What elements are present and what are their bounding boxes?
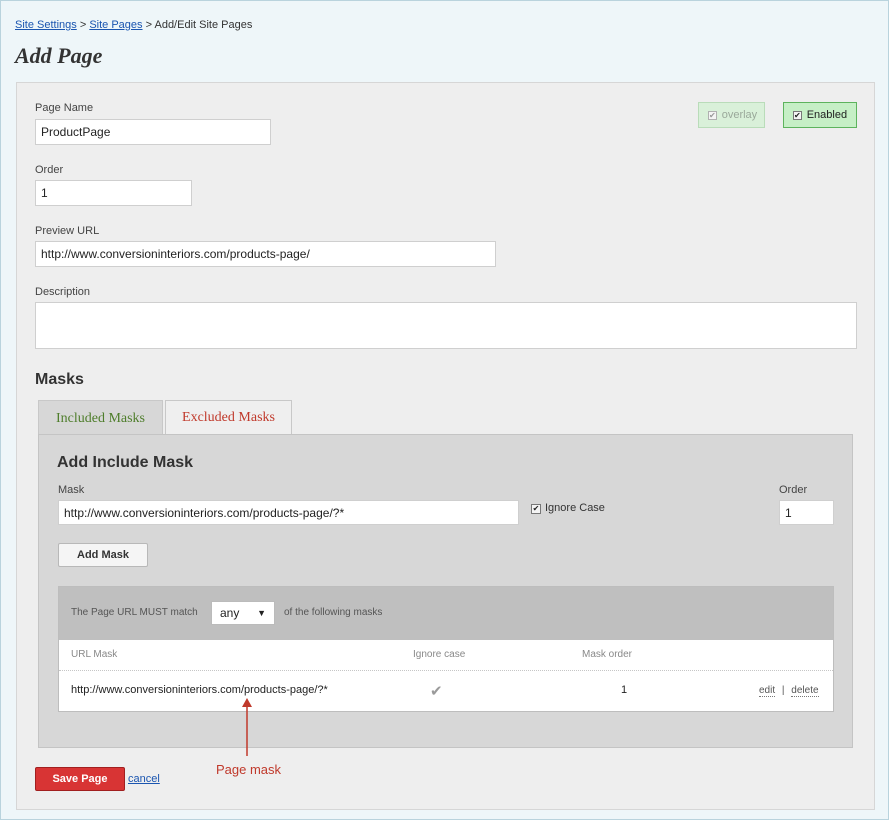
page-title: Add Page bbox=[15, 43, 103, 68]
preview-url-label: Preview URL bbox=[35, 225, 100, 237]
annotation-label: Page mask bbox=[216, 762, 282, 777]
breadcrumb-current: Add/Edit Site Pages bbox=[154, 19, 253, 31]
save-page-button[interactable]: Save Page bbox=[35, 767, 125, 791]
match-rule-bar: The Page URL MUST match any ▼ of the fol… bbox=[59, 587, 833, 640]
breadcrumb-site-settings[interactable]: Site Settings bbox=[15, 19, 77, 31]
add-include-mask-title: Add Include Mask bbox=[57, 454, 194, 471]
page-name-input[interactable] bbox=[35, 119, 271, 145]
description-label: Description bbox=[35, 286, 91, 298]
included-masks-panel: Add Include Mask Mask ✔ Ignore Case Orde… bbox=[38, 434, 853, 748]
row-actions: edit | delete bbox=[759, 685, 819, 697]
add-mask-button[interactable]: Add Mask bbox=[58, 543, 148, 567]
header-divider bbox=[59, 670, 833, 671]
match-suffix-text: of the following masks bbox=[284, 607, 383, 618]
overlay-label: overlay bbox=[721, 109, 758, 121]
row-edit-link[interactable]: edit bbox=[759, 685, 776, 697]
match-prefix-text: The Page URL MUST match bbox=[71, 607, 198, 618]
mask-label: Mask bbox=[58, 484, 85, 496]
row-delete-link[interactable]: delete bbox=[791, 685, 819, 697]
column-header-mask-order: Mask order bbox=[582, 649, 633, 660]
ignore-case-checkbox[interactable]: ✔ bbox=[531, 504, 541, 514]
masks-table: The Page URL MUST match any ▼ of the fol… bbox=[58, 586, 834, 712]
ignore-case-label: Ignore Case bbox=[545, 502, 605, 514]
enabled-label: Enabled bbox=[806, 109, 848, 121]
mask-input[interactable] bbox=[58, 500, 519, 525]
app-frame: Site Settings > Site Pages > Add/Edit Si… bbox=[0, 0, 889, 820]
mask-order-label: Order bbox=[779, 484, 808, 496]
breadcrumb-separator: > bbox=[79, 19, 87, 31]
row-mask-order: 1 bbox=[621, 684, 628, 696]
page-name-label: Page Name bbox=[35, 102, 94, 114]
masks-heading: Masks bbox=[35, 371, 84, 388]
mask-order-input[interactable] bbox=[779, 500, 834, 525]
match-mode-select[interactable]: any ▼ bbox=[211, 601, 275, 625]
order-label: Order bbox=[35, 164, 64, 176]
overlay-toggle[interactable]: ✔ overlay bbox=[698, 102, 765, 128]
breadcrumb-site-pages[interactable]: Site Pages bbox=[89, 19, 142, 31]
column-header-url-mask: URL Mask bbox=[71, 649, 118, 660]
row-url-mask: http://www.conversioninteriors.com/produ… bbox=[71, 684, 328, 696]
preview-url-input[interactable] bbox=[35, 241, 496, 267]
dropdown-arrow-icon: ▼ bbox=[257, 608, 266, 618]
enabled-toggle[interactable]: ✔ Enabled bbox=[783, 102, 857, 128]
match-mode-value: any bbox=[220, 606, 240, 620]
action-separator: | bbox=[781, 685, 785, 696]
cancel-link[interactable]: cancel bbox=[128, 773, 160, 785]
breadcrumb-separator: > bbox=[145, 19, 153, 31]
description-textarea[interactable] bbox=[35, 302, 857, 349]
checkbox-icon: ✔ bbox=[793, 110, 802, 120]
column-header-ignore-case: Ignore case bbox=[413, 649, 466, 660]
checkbox-icon: ✔ bbox=[708, 110, 717, 120]
tab-excluded-masks[interactable]: Excluded Masks bbox=[165, 400, 292, 434]
tab-included-masks[interactable]: Included Masks bbox=[38, 400, 163, 436]
add-page-panel: Page Name ✔ overlay ✔ Enabled Order Prev… bbox=[16, 82, 875, 810]
breadcrumb: Site Settings > Site Pages > Add/Edit Si… bbox=[15, 19, 252, 31]
order-input[interactable] bbox=[35, 180, 192, 206]
checkmark-icon: ✔ bbox=[430, 683, 443, 700]
annotation-arrow-icon bbox=[242, 698, 252, 756]
